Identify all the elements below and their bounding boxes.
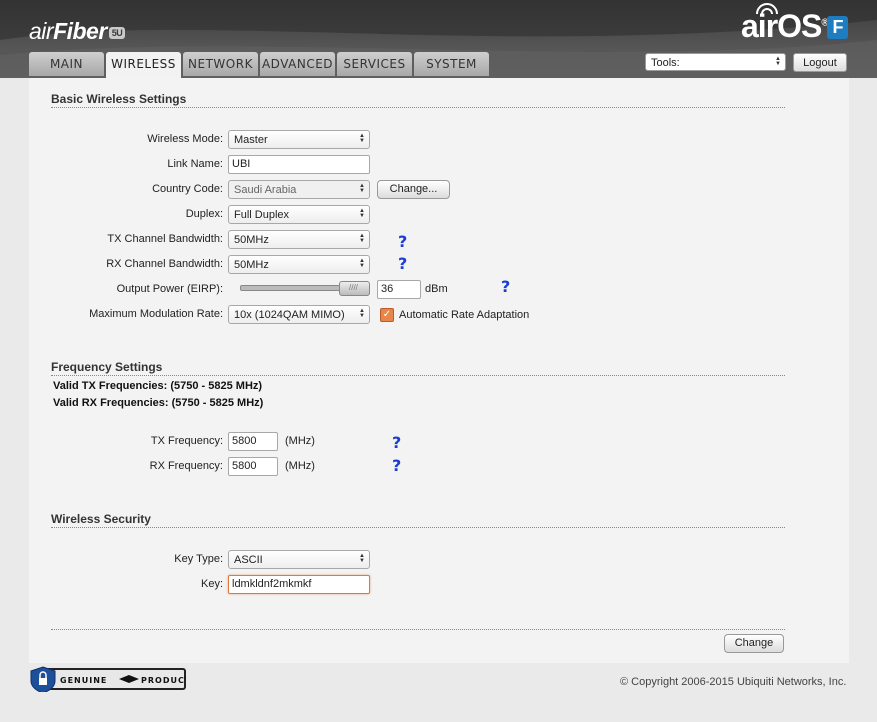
max-modulation-label: Maximum Modulation Rate:	[89, 308, 223, 320]
section-title-basic: Basic Wireless Settings	[51, 92, 187, 106]
valid-rx-frequencies: Valid RX Frequencies: (5750 - 5825 MHz)	[53, 397, 264, 409]
select-arrows-icon: ▲ ▼	[359, 233, 365, 244]
airfiber-logo: airFiber 5U	[29, 18, 126, 45]
output-power-slider-handle[interactable]: ////	[339, 281, 370, 296]
tx-frequency-label: TX Frequency:	[150, 435, 223, 447]
checkmark-icon: ✓	[382, 309, 392, 320]
section-divider	[51, 375, 785, 376]
grip-icon: ////	[349, 283, 358, 292]
max-modulation-value: 10x (1024QAM MIMO)	[234, 309, 345, 321]
footer-divider	[51, 629, 785, 630]
rx-frequency-label: RX Frequency:	[149, 460, 223, 472]
key-type-value: ASCII	[234, 554, 263, 566]
change-country-button[interactable]: Change...	[377, 180, 450, 199]
change-button[interactable]: Change	[724, 634, 784, 653]
tab-system[interactable]: SYSTEM	[414, 52, 489, 76]
output-power-label: Output Power (EIRP):	[116, 283, 223, 295]
tab-advanced[interactable]: ADVANCED	[260, 52, 335, 76]
tab-network[interactable]: NETWORK	[183, 52, 258, 76]
tx-bandwidth-help-icon[interactable]: ?	[398, 232, 407, 251]
rx-frequency-input[interactable]: 5800	[228, 457, 278, 476]
duplex-value: Full Duplex	[234, 209, 290, 221]
logout-button[interactable]: Logout	[793, 53, 847, 72]
genuine-text: GENUINE	[60, 676, 107, 685]
tx-bandwidth-value: 50MHz	[234, 234, 269, 246]
max-modulation-select[interactable]: 10x (1024QAM MIMO) ▲ ▼	[228, 305, 370, 324]
tab-services[interactable]: SERVICES	[337, 52, 412, 76]
rx-bandwidth-label: RX Channel Bandwidth:	[106, 258, 223, 270]
output-power-unit: dBm	[425, 283, 448, 295]
key-label: Key:	[200, 578, 223, 590]
country-code-value: Saudi Arabia	[234, 184, 297, 196]
wireless-mode-label: Wireless Mode:	[147, 133, 223, 145]
duplex-label: Duplex:	[185, 208, 223, 220]
copyright-text: © Copyright 2006-2015 Ubiquiti Networks,…	[620, 676, 847, 688]
select-arrows-icon: ▲ ▼	[359, 208, 365, 219]
tools-select[interactable]: Tools: ▲ ▼	[645, 53, 786, 71]
country-code-select: Saudi Arabia ▲ ▼	[228, 180, 370, 199]
select-arrows-icon: ▲ ▼	[775, 56, 781, 67]
rx-frequency-unit: (MHz)	[285, 460, 315, 472]
product-text: PRODUCT	[141, 676, 186, 685]
select-arrows-icon: ▲ ▼	[359, 308, 365, 319]
key-type-select[interactable]: ASCII ▲ ▼	[228, 550, 370, 569]
airos-f-badge: F	[827, 16, 848, 39]
valid-tx-frequencies: Valid TX Frequencies: (5750 - 5825 MHz)	[53, 380, 263, 392]
duplex-select[interactable]: Full Duplex ▲ ▼	[228, 205, 370, 224]
tx-bandwidth-select[interactable]: 50MHz ▲ ▼	[228, 230, 370, 249]
country-code-label: Country Code:	[152, 183, 223, 195]
airos-logo: airOS® F	[741, 8, 848, 45]
genuine-product-badge: GENUINE PRODUCT	[30, 666, 186, 692]
section-title-security: Wireless Security	[51, 512, 151, 526]
tx-frequency-unit: (MHz)	[285, 435, 315, 447]
section-divider	[51, 527, 785, 528]
rx-bandwidth-help-icon[interactable]: ?	[398, 254, 407, 273]
select-arrows-icon: ▲ ▼	[359, 133, 365, 144]
output-power-help-icon[interactable]: ?	[501, 277, 510, 296]
tab-wireless[interactable]: WIRELESS	[106, 52, 181, 78]
link-name-label: Link Name:	[167, 158, 223, 170]
select-arrows-icon: ▲ ▼	[359, 183, 365, 194]
select-arrows-icon: ▲ ▼	[359, 258, 365, 269]
section-title-frequency: Frequency Settings	[51, 360, 163, 374]
auto-rate-label: Automatic Rate Adaptation	[399, 309, 530, 321]
rx-bandwidth-value: 50MHz	[234, 259, 269, 271]
wireless-mode-select[interactable]: Master ▲ ▼	[228, 130, 370, 149]
link-name-input[interactable]: UBI	[228, 155, 370, 174]
rx-bandwidth-select[interactable]: 50MHz ▲ ▼	[228, 255, 370, 274]
tab-main[interactable]: MAIN	[29, 52, 104, 76]
select-arrows-icon: ▲ ▼	[359, 553, 365, 564]
key-type-label: Key Type:	[174, 553, 223, 565]
output-power-input[interactable]: 36	[377, 280, 421, 299]
tx-frequency-input[interactable]: 5800	[228, 432, 278, 451]
tx-bandwidth-label: TX Channel Bandwidth:	[107, 233, 223, 245]
key-input[interactable]: ldmkldnf2mkmkf	[228, 575, 370, 594]
tools-select-value: Tools:	[651, 57, 680, 69]
rx-frequency-help-icon[interactable]: ?	[392, 456, 401, 475]
wireless-mode-value: Master	[234, 134, 268, 146]
auto-rate-checkbox[interactable]: ✓	[380, 308, 394, 322]
section-divider	[51, 107, 785, 108]
tx-frequency-help-icon[interactable]: ?	[392, 433, 401, 452]
